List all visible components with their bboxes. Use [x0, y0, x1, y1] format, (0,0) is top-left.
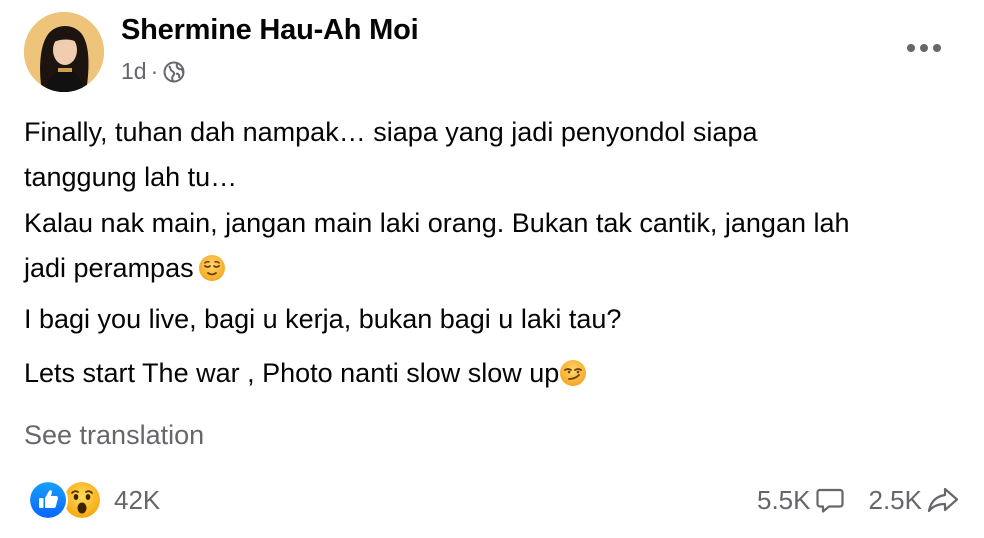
avatar-image — [24, 12, 104, 92]
facebook-post: Shermine Hau-Ah Moi 1d · Finally, tuhan … — [0, 0, 984, 538]
share-icon — [927, 487, 959, 513]
shares-count-button[interactable]: 2.5K — [869, 485, 961, 516]
comments-count-button[interactable]: 5.5K — [757, 485, 845, 516]
post-text-line: I bagi you live, bagi u kerja, bukan bag… — [24, 304, 622, 334]
post-text-line: Finally, tuhan dah nampak… siapa yang ja… — [24, 117, 758, 147]
post-text-line: Kalau nak main, jangan main laki orang. … — [24, 208, 850, 238]
post-meta: 1d · — [121, 58, 185, 84]
post-text-line-with-emoji: jadi perampas — [24, 246, 964, 291]
globe-icon[interactable] — [163, 61, 185, 83]
wow-reaction-icon — [62, 480, 102, 520]
see-translation-link[interactable]: See translation — [24, 420, 204, 451]
more-horizontal-icon — [907, 44, 941, 52]
like-reaction-icon — [28, 480, 68, 520]
post-paragraph: Lets start The war , Photo nanti slow sl… — [24, 351, 964, 396]
comments-count: 5.5K — [757, 484, 811, 515]
shares-count: 2.5K — [868, 484, 923, 515]
smirking-face-emoji — [560, 360, 587, 386]
post-text-line: tanggung lah tu… — [24, 162, 238, 192]
more-options-button[interactable] — [898, 32, 950, 64]
engagement-stats: 5.5K 2.5K — [757, 480, 960, 520]
post-paragraph: Finally, tuhan dah nampak… siapa yang ja… — [24, 110, 964, 200]
comment-icon — [815, 488, 844, 513]
post-paragraph: I bagi you live, bagi u kerja, bukan bag… — [24, 297, 964, 342]
reactions-summary[interactable]: 42K — [28, 480, 160, 520]
post-timestamp[interactable]: 1d — [121, 58, 147, 85]
reaction-count: 42K — [114, 484, 161, 515]
author-name[interactable]: Shermine Hau-Ah Moi — [121, 14, 419, 47]
relieved-face-emoji — [198, 255, 225, 281]
meta-separator: · — [150, 57, 159, 84]
post-text-line: jadi perampas — [24, 253, 194, 283]
post-paragraph: Kalau nak main, jangan main laki orang. … — [24, 201, 964, 291]
post-text-line: Lets start The war , Photo nanti slow sl… — [24, 358, 560, 388]
avatar[interactable] — [24, 12, 104, 92]
post-text-line-with-emoji: Lets start The war , Photo nanti slow sl… — [24, 351, 964, 396]
